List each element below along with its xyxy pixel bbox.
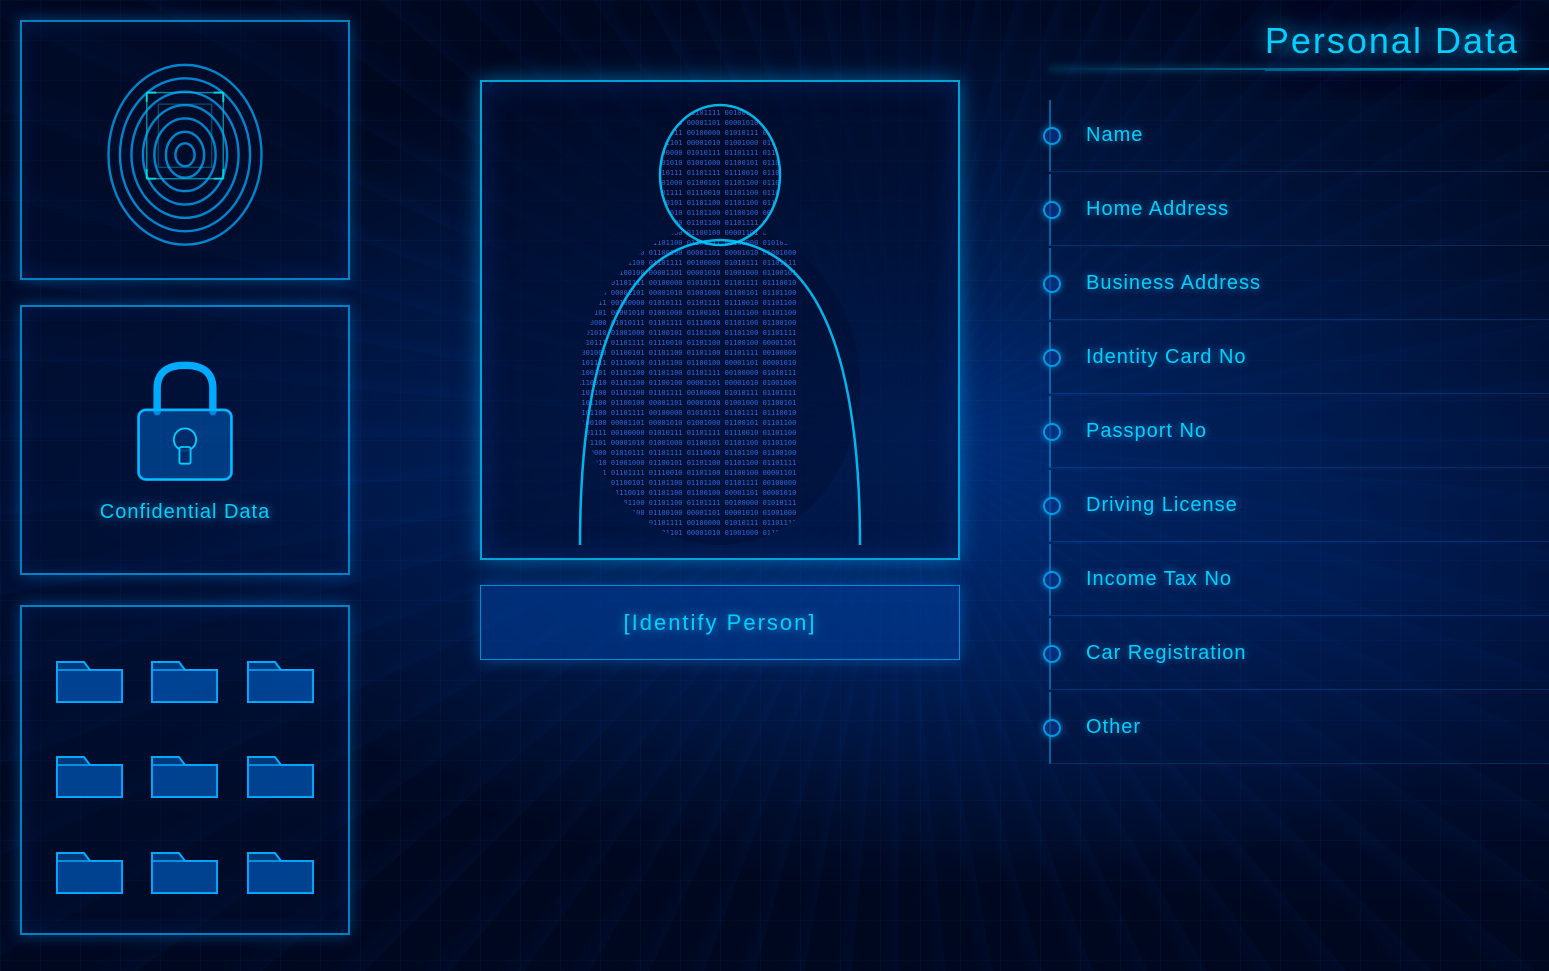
svg-text:01101100 01100100 00001101 000: 01101100 01100100 00001101 00001010 0100… (535, 419, 796, 427)
svg-text:01101111 00100000 01010111 011: 01101111 00100000 01010111 01101111 0111… (535, 449, 796, 457)
svg-text:01100100 00001101 00001010 010: 01100100 00001101 00001010 01001000 0110… (535, 439, 796, 447)
svg-text:01001000 01100101 01101100 011: 01001000 01100101 01101100 01101100 0110… (535, 239, 796, 247)
svg-text:01110010 01101100 01100100 000: 01110010 01101100 01100100 00001101 0000… (535, 529, 796, 537)
svg-text:01101100 01101100 01101111 001: 01101100 01101100 01101111 00100000 0101… (535, 149, 796, 157)
field-name: Name (1049, 100, 1549, 172)
svg-text:01101100 01100100 00001101 000: 01101100 01100100 00001101 00001010 0100… (535, 289, 796, 297)
folder-icon-3 (238, 632, 323, 717)
svg-text:01101111 01110010 01101100 011: 01101111 01110010 01101100 01100100 0000… (535, 509, 796, 517)
svg-text:01101111 01110010 01101100 011: 01101111 01110010 01101100 01100100 0000… (535, 379, 796, 387)
lock-panel: Confidential Data (20, 305, 350, 575)
title-underline (1049, 68, 1549, 70)
svg-text:01110010 01101100 01100100 000: 01110010 01101100 01100100 00001101 0000… (535, 399, 796, 407)
svg-text:00001101 00001010 01001000 011: 00001101 00001010 01001000 01100101 0110… (535, 329, 796, 337)
svg-text:01110010 01101100 01100100 000: 01110010 01101100 01100100 00001101 0000… (535, 269, 796, 277)
svg-text:00100000 01010111 01101111 011: 00100000 01010111 01101111 01110010 0110… (535, 209, 796, 217)
data-fields-panel: Name Home Address Business Address Ident… (1049, 100, 1549, 766)
folder-icon-5 (142, 727, 227, 812)
svg-text:00001010 01001000 01100101 011: 00001010 01001000 01100101 01101100 0110… (535, 479, 796, 487)
svg-text:00001101 00001010 01001000 011: 00001101 00001010 01001000 01100101 0110… (535, 459, 796, 467)
svg-text:01001000 01100101 01101100 011: 01001000 01100101 01101100 01101100 0110… (535, 109, 796, 117)
fingerprint-icon (85, 40, 285, 260)
svg-text:01101100 01101100 01101111 001: 01101100 01101100 01101111 00100000 0101… (535, 279, 796, 287)
svg-text:00100000 01010111 01101111 011: 00100000 01010111 01101111 01110010 0110… (535, 469, 796, 477)
folder-icon-2 (142, 632, 227, 717)
svg-text:01101100 01100100 00001101 000: 01101100 01100100 00001101 00001010 0100… (535, 159, 796, 167)
svg-text:01100100 00001101 00001010 010: 01100100 00001101 00001010 01001000 0110… (535, 179, 796, 187)
svg-text:01100101 01101100 01101100 011: 01100101 01101100 01101100 01101111 0010… (535, 259, 796, 267)
field-business-address: Business Address (1049, 248, 1549, 320)
svg-text:01001000 01100101 01101100 011: 01001000 01100101 01101100 01101100 0110… (535, 369, 796, 377)
svg-text:01001000 01100101 01101100 011: 01001000 01100101 01101100 01101100 0110… (535, 499, 796, 507)
identify-person-label: [Identify Person] (480, 585, 960, 660)
field-driving-license: Driving License (1049, 470, 1549, 542)
field-income-tax: Income Tax No (1049, 544, 1549, 616)
svg-text:00001010 01001000 01100101 011: 00001010 01001000 01100101 01101100 0110… (535, 219, 796, 227)
confidential-label: Confidential Data (100, 501, 270, 524)
svg-text:01100101 01101100 01101100 011: 01100101 01101100 01101100 01101111 0010… (535, 519, 796, 527)
lock-icon (125, 356, 245, 486)
svg-text:01101100 01101111 00100000 010: 01101100 01101111 00100000 01010111 0110… (535, 169, 796, 177)
folder-icon-4 (47, 727, 132, 812)
person-silhouette: 01001000 01100101 01101100 01101100 0110… (530, 95, 910, 545)
svg-text:01101100 01101111 00100000 010: 01101100 01101111 00100000 01010111 0110… (535, 299, 796, 307)
svg-text:01101100 01101111 00100000 010: 01101100 01101111 00100000 01010111 0110… (535, 429, 796, 437)
person-frame: 01001000 01100101 01101100 01101100 0110… (480, 80, 960, 560)
center-panel: 01001000 01100101 01101100 01101100 0110… (420, 80, 1020, 660)
svg-text:00001010 01001000 01100101 011: 00001010 01001000 01100101 01101100 0110… (535, 349, 796, 357)
field-identity-card: Identity Card No (1049, 322, 1549, 394)
folder-icon-8 (142, 823, 227, 908)
svg-text:01010111 01101111 01110010 011: 01010111 01101111 01110010 01101100 0110… (535, 489, 796, 497)
fingerprint-panel (20, 20, 350, 280)
folder-icon-7 (47, 823, 132, 908)
svg-text:01101111 00100000 01010111 011: 01101111 00100000 01010111 01101111 0111… (535, 189, 796, 197)
svg-text:01101100 01101100 01101111 001: 01101100 01101100 01101111 00100000 0101… (535, 409, 796, 417)
folder-icon-9 (238, 823, 323, 908)
svg-text:01100101 01101100 01101100 011: 01100101 01101100 01101100 01101111 0010… (535, 129, 796, 137)
svg-text:01010111 01101111 01110010 011: 01010111 01101111 01110010 01101100 0110… (535, 359, 796, 367)
svg-text:01100100 00001101 00001010 010: 01100100 00001101 00001010 01001000 0110… (535, 309, 796, 317)
folder-icon-1 (47, 632, 132, 717)
page-title: Personal Data (1265, 20, 1519, 71)
svg-text:00100000 01010111 01101111 011: 00100000 01010111 01101111 01110010 0110… (535, 339, 796, 347)
folder-icon-6 (238, 727, 323, 812)
svg-text:01101111 00100000 01010111 011: 01101111 00100000 01010111 01101111 0111… (535, 319, 796, 327)
svg-text:01100101 01101100 01101100 011: 01100101 01101100 01101100 01101111 0010… (535, 389, 796, 397)
folders-panel (20, 605, 350, 935)
field-other: Other (1049, 692, 1549, 764)
field-home-address: Home Address (1049, 174, 1549, 246)
field-car-registration: Car Registration (1049, 618, 1549, 690)
field-passport: Passport No (1049, 396, 1549, 468)
